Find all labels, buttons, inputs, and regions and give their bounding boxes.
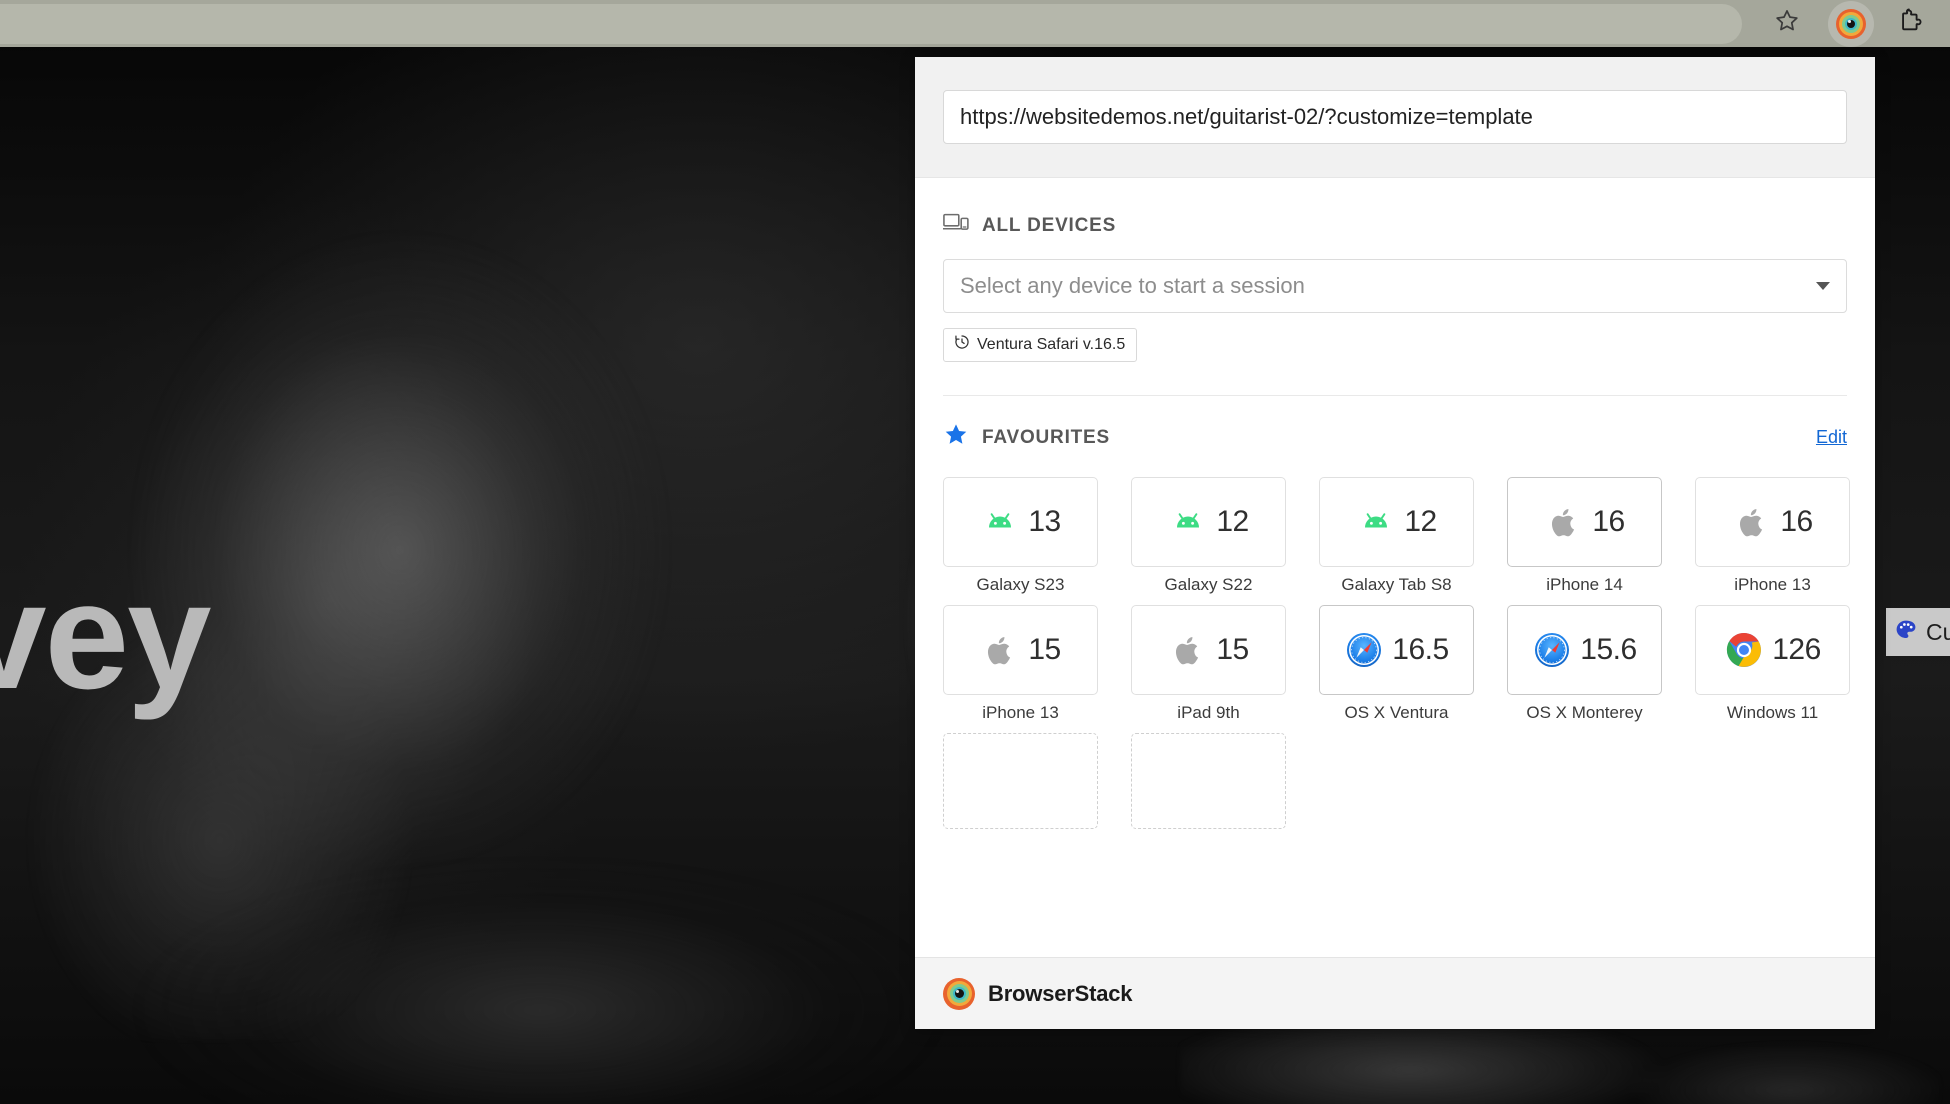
apple-icon [1544,502,1584,542]
favourite-label: iPhone 13 [982,703,1059,722]
favourite-tile[interactable]: 16 [1507,477,1662,567]
favourite-cell: 13 Galaxy S23 [943,477,1098,595]
favourite-label: Galaxy S22 [1164,575,1253,594]
favourite-version: 15.6 [1580,633,1637,666]
favourite-label: Windows 11 [1726,703,1819,722]
favourite-version: 13 [1028,505,1061,538]
favourite-version: 15 [1216,633,1249,666]
favourite-cell: 15 iPad 9th [1131,605,1286,723]
url-section [915,57,1875,178]
panel-footer: BrowserStack [915,957,1875,1029]
favourite-empty-cell [1131,733,1286,829]
favourite-tile[interactable]: 16 [1695,477,1850,567]
favourite-cell: 12 Galaxy Tab S8 [1319,477,1474,595]
favourite-tile[interactable]: 13 [943,477,1098,567]
chevron-down-icon [1816,282,1830,290]
apple-icon [1732,502,1772,542]
browserstack-popup-panel: ALL DEVICES Select any device to start a… [915,57,1875,1029]
customize-widget-label: Cu [1926,618,1950,645]
favourites-header: FAVOURITES Edit [943,396,1847,453]
favourite-version: 16 [1592,505,1625,538]
favourite-version: 16.5 [1392,633,1449,666]
puzzle-piece-icon [1897,7,1925,40]
favourite-label: iPhone 14 [1546,575,1623,594]
favourite-label: iPhone 13 [1734,575,1811,594]
favourite-cell: 16 iPhone 14 [1507,477,1662,595]
star-outline-icon [1773,7,1801,40]
all-devices-title: ALL DEVICES [982,214,1117,236]
panel-body: ALL DEVICES Select any device to start a… [915,178,1875,957]
device-select-placeholder: Select any device to start a session [960,273,1305,298]
favourite-tile[interactable]: 16.5 [1319,605,1474,695]
star-filled-icon [943,422,969,453]
android-icon [1356,502,1396,542]
android-icon [980,502,1020,542]
favourite-cell: 16 iPhone 13 [1695,477,1850,595]
browserstack-extension-icon [1836,8,1866,39]
browserstack-extension-button[interactable] [1828,0,1874,47]
favourite-tile[interactable]: 15.6 [1507,605,1662,695]
favourite-cell: 126 Windows 11 [1695,605,1850,723]
device-select[interactable]: Select any device to start a session [943,259,1847,313]
favourite-empty-cell [943,733,1098,829]
page-root: vey Cu https://websitedemos.net/guitaris… [0,0,1950,1104]
favourites-grid: 13 Galaxy S23 12 Galaxy S22 12 Galaxy Tab S8 1… [943,477,1850,829]
favourite-tile[interactable]: 15 [1131,605,1286,695]
url-input[interactable] [943,90,1847,144]
edit-favourites-link[interactable]: Edit [1816,427,1847,448]
recent-session-chip[interactable]: Ventura Safari v.16.5 [943,328,1138,362]
recent-sessions-row: Ventura Safari v.16.5 [943,328,1847,362]
favourite-label: Galaxy S23 [976,575,1065,594]
palette-icon [1894,618,1918,647]
hero-headline: vey [0,551,212,721]
browserstack-logo-icon [943,977,975,1010]
favourite-tile[interactable]: 126 [1695,605,1850,695]
favourite-version: 16 [1780,505,1813,538]
recent-session-label: Ventura Safari v.16.5 [977,335,1126,353]
customize-widget[interactable]: Cu [1886,608,1950,656]
favourites-title: FAVOURITES [982,426,1110,448]
safari-icon [1532,630,1572,670]
apple-icon [1168,630,1208,670]
add-favourite-slot[interactable] [943,733,1098,829]
history-clock-icon [954,334,970,355]
favourite-cell: 12 Galaxy S22 [1131,477,1286,595]
favourite-version: 12 [1404,505,1437,538]
omnibox-region[interactable] [0,4,1742,44]
favourite-version: 126 [1772,633,1821,666]
favourite-version: 15 [1028,633,1061,666]
bookmark-star-button[interactable] [1764,1,1810,47]
extensions-menu-button[interactable] [1888,1,1934,47]
favourite-label: OS X Monterey [1526,703,1643,722]
all-devices-header: ALL DEVICES [942,178,1847,239]
android-icon [1168,502,1208,542]
photo-shirt-region [120,860,1020,1104]
favourite-label: Galaxy Tab S8 [1341,575,1452,594]
favourite-cell: 16.5 OS X Ventura [1319,605,1474,723]
add-favourite-slot[interactable] [1131,733,1286,829]
favourite-cell: 15 iPhone 13 [943,605,1098,723]
favourite-tile[interactable]: 15 [943,605,1098,695]
favourite-cell: 15.6 OS X Monterey [1507,605,1662,723]
favourite-tile[interactable]: 12 [1319,477,1474,567]
footer-brand-name: BrowserStack [988,980,1133,1006]
browser-toolbar [0,0,1950,47]
favourite-label: iPad 9th [1177,703,1240,722]
laptop-phone-icon [942,212,969,239]
favourite-tile[interactable]: 12 [1131,477,1286,567]
chrome-icon [1724,630,1764,670]
apple-icon [980,630,1020,670]
favourite-label: OS X Ventura [1344,703,1449,722]
favourite-version: 12 [1216,505,1249,538]
safari-icon [1344,630,1384,670]
